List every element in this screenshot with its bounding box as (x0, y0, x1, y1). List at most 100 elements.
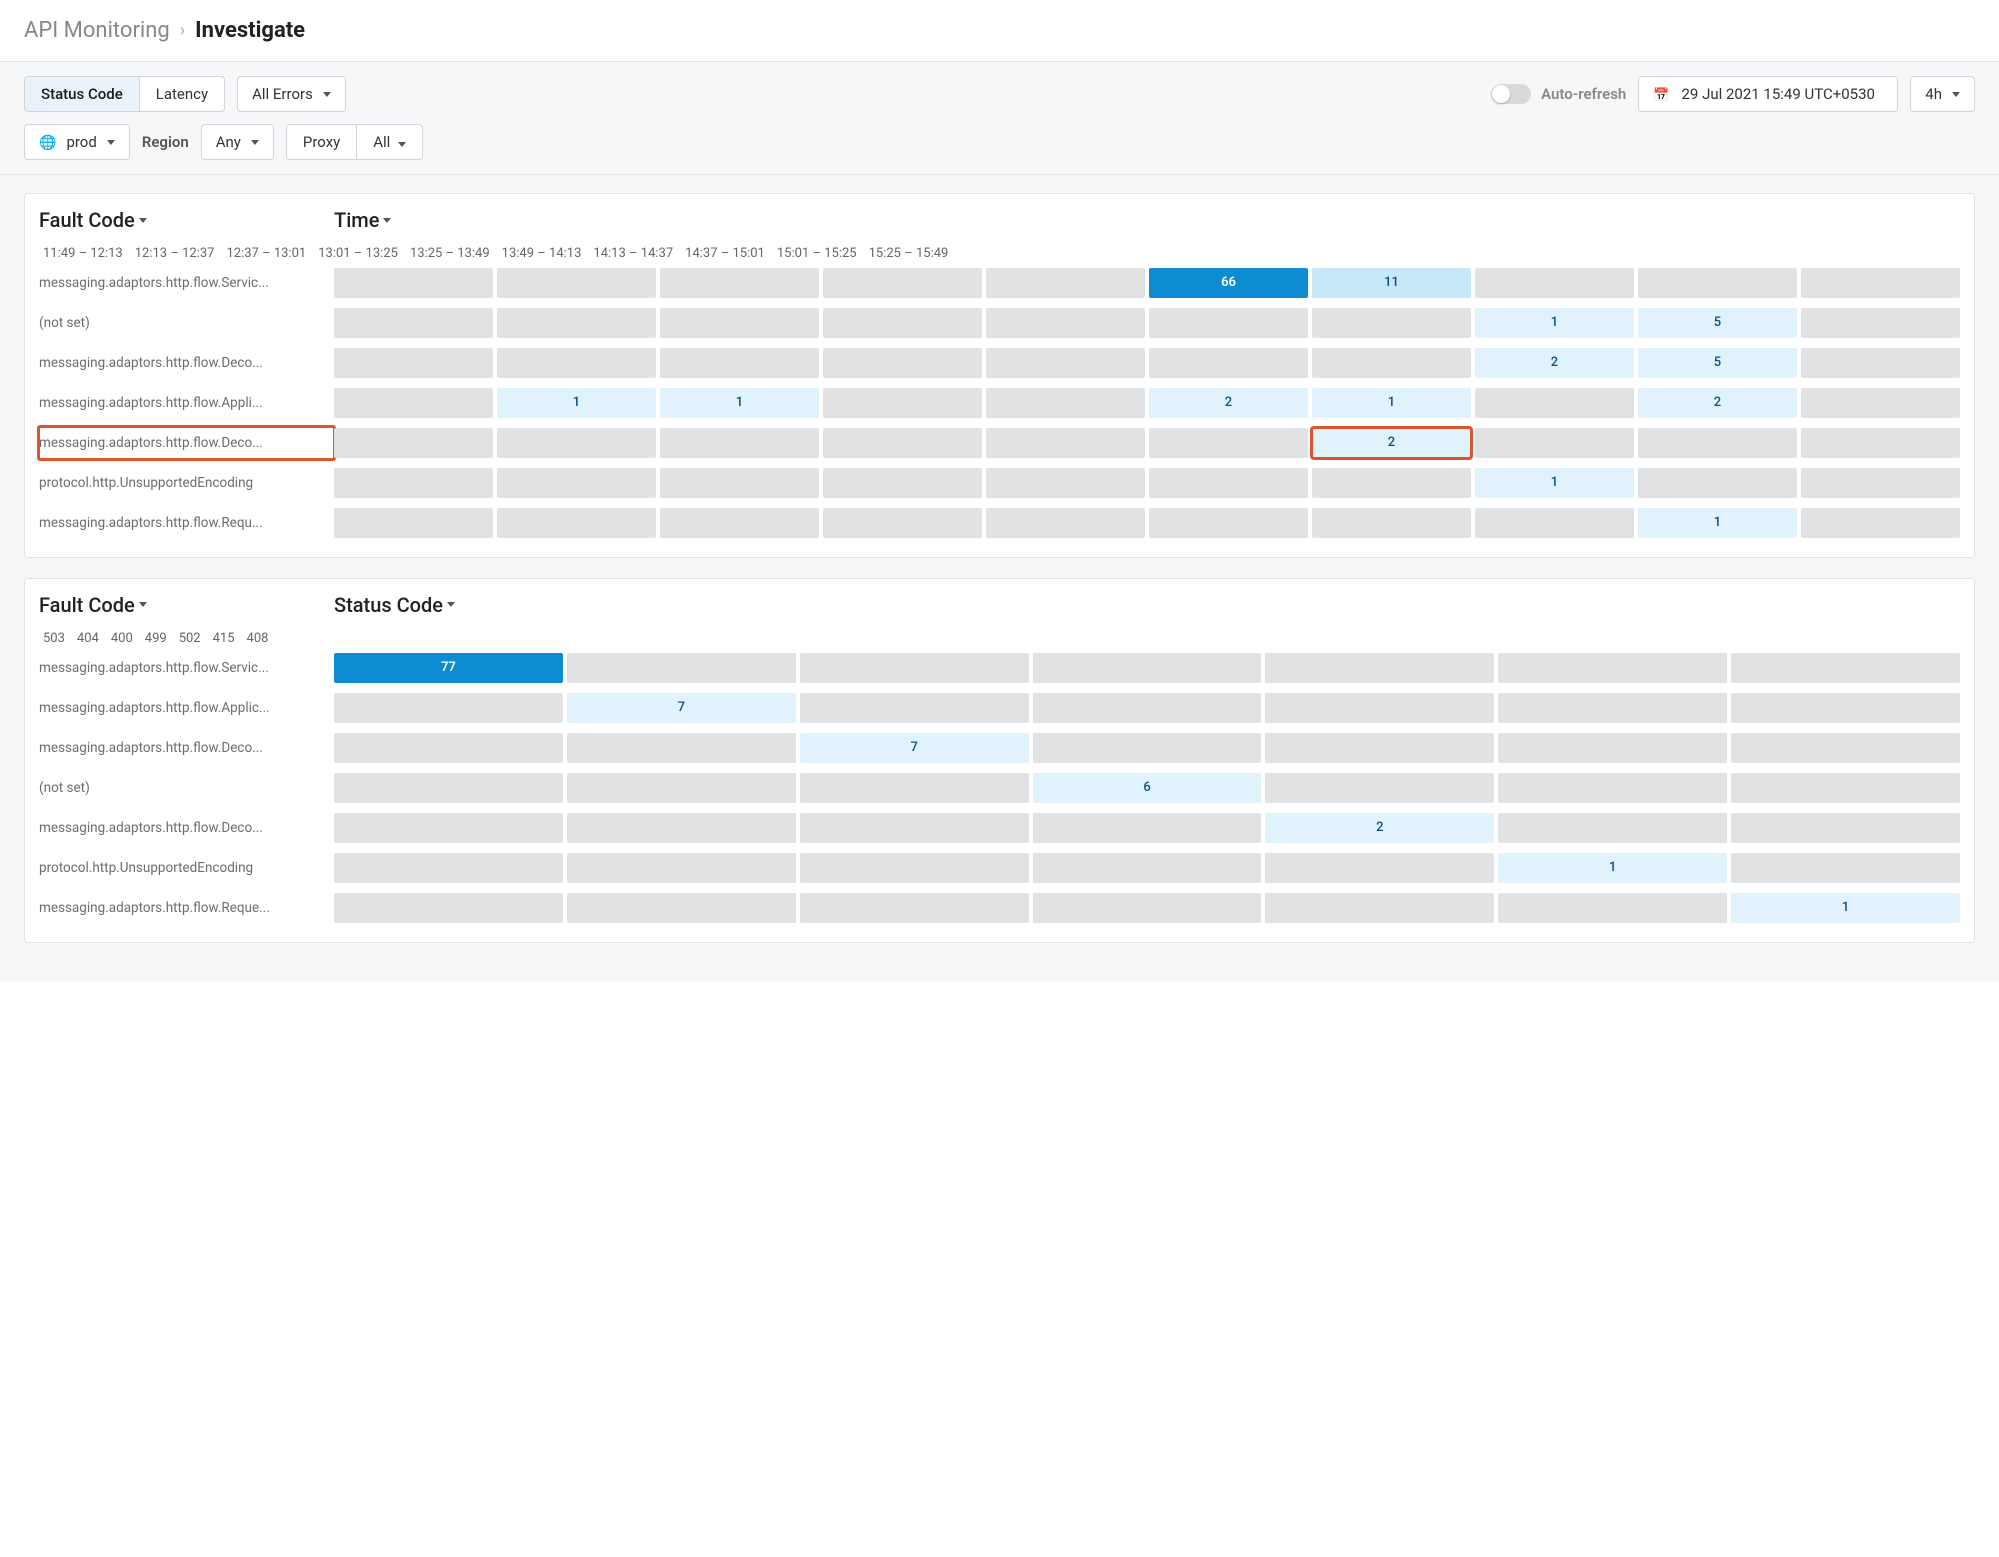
fault-code-label[interactable]: (not set) (39, 772, 334, 804)
heatmap-cell[interactable]: 2 (1638, 388, 1797, 418)
column-header: 404 (73, 625, 103, 652)
heatmap-cell[interactable]: 66 (1149, 268, 1308, 298)
heatmap-cell[interactable]: 1 (1312, 388, 1471, 418)
panel1-y-title[interactable]: Fault Code (39, 208, 147, 232)
heatmap-cell[interactable]: 1 (1475, 308, 1634, 338)
fault-code-label[interactable]: messaging.adaptors.http.flow.Deco... (39, 732, 334, 764)
heatmap-cell[interactable]: 1 (660, 388, 819, 418)
metric-tabs: Status Code Latency (24, 76, 225, 112)
auto-refresh-toggle[interactable]: Auto-refresh (1491, 84, 1626, 104)
env-dropdown[interactable]: prod (24, 124, 130, 160)
heatmap-cell[interactable]: 1 (1638, 508, 1797, 538)
heatmap-cell[interactable]: 5 (1638, 308, 1797, 338)
heatmap-cell (1638, 428, 1797, 458)
tab-status-code[interactable]: Status Code (25, 77, 140, 111)
panel2-y-title[interactable]: Fault Code (39, 593, 147, 617)
heatmap-cell[interactable]: 2 (1265, 813, 1494, 843)
heatmap-cell (1265, 733, 1494, 763)
heatmap-cell[interactable]: 77 (334, 653, 563, 683)
heatmap-cell (1149, 428, 1308, 458)
datetime-picker[interactable]: 29 Jul 2021 15:49 UTC+0530 (1638, 76, 1898, 112)
fault-code-label[interactable]: messaging.adaptors.http.flow.Deco... (39, 812, 334, 844)
heatmap-cell (1033, 813, 1262, 843)
range-dropdown[interactable]: 4h (1910, 76, 1975, 112)
heatmap-cell[interactable]: 2 (1475, 348, 1634, 378)
heatmap-cell[interactable]: 1 (1731, 893, 1960, 923)
heatmap-cell (1638, 268, 1797, 298)
region-value: Any (216, 133, 241, 151)
heatmap-cell (1265, 653, 1494, 683)
heatmap-cell (986, 428, 1145, 458)
tab-latency[interactable]: Latency (140, 77, 224, 111)
heatmap-cell (334, 428, 493, 458)
heatmap-cell (800, 653, 1029, 683)
heatmap-cell (823, 348, 982, 378)
fault-code-label[interactable]: messaging.adaptors.http.flow.Applic... (39, 692, 334, 724)
fault-code-label[interactable]: messaging.adaptors.http.flow.Appli... (39, 387, 334, 419)
heatmap-cell (823, 468, 982, 498)
column-header: 400 (107, 625, 137, 652)
heatmap-cell[interactable]: 7 (567, 693, 796, 723)
heatmap-cell (1498, 813, 1727, 843)
table-row: messaging.adaptors.http.flow.Requ... 1 (39, 507, 1960, 539)
column-header: 12:13 – 12:37 (131, 240, 219, 267)
fault-code-label[interactable]: messaging.adaptors.http.flow.Deco... (39, 347, 334, 379)
fault-code-label[interactable]: messaging.adaptors.http.flow.Requ... (39, 507, 334, 539)
heatmap-cell (800, 813, 1029, 843)
heatmap-cell (567, 893, 796, 923)
column-header: 11:49 – 12:13 (39, 240, 127, 267)
heatmap-cell (1801, 468, 1960, 498)
heatmap-cell[interactable]: 1 (1475, 468, 1634, 498)
breadcrumb-section[interactable]: API Monitoring (24, 18, 170, 43)
error-filter-dropdown[interactable]: All Errors (237, 76, 346, 112)
heatmap-cell (567, 773, 796, 803)
heatmap-cell (334, 268, 493, 298)
column-header: 13:25 – 13:49 (406, 240, 494, 267)
heatmap-cell[interactable]: 1 (497, 388, 656, 418)
fault-code-label[interactable]: protocol.http.UnsupportedEncoding (39, 467, 334, 499)
region-dropdown[interactable]: Any (201, 124, 274, 160)
table-row: (not set) 15 (39, 307, 1960, 339)
heatmap-cell[interactable]: 2 (1312, 428, 1471, 458)
heatmap-cell[interactable]: 7 (800, 733, 1029, 763)
column-header: 503 (39, 625, 69, 652)
fault-code-label[interactable]: protocol.http.UnsupportedEncoding (39, 852, 334, 884)
fault-code-label[interactable]: messaging.adaptors.http.flow.Servic... (39, 652, 334, 684)
panel1-x-title[interactable]: Time (334, 208, 391, 232)
heatmap-cell[interactable]: 6 (1033, 773, 1262, 803)
table-row: messaging.adaptors.http.flow.Servic... 66… (39, 267, 1960, 299)
table-row: messaging.adaptors.http.flow.Deco... 2 (39, 427, 1960, 459)
heatmap-cell (1033, 733, 1262, 763)
heatmap-cell (1498, 893, 1727, 923)
heatmap-cell[interactable]: 1 (1498, 853, 1727, 883)
heatmap-cell (1312, 508, 1471, 538)
heatmap-cell (800, 773, 1029, 803)
heatmap-cell (1149, 468, 1308, 498)
heatmap-cell (986, 268, 1145, 298)
heatmap-cell (334, 853, 563, 883)
fault-code-label[interactable]: messaging.adaptors.http.flow.Servic... (39, 267, 334, 299)
fault-code-label[interactable]: messaging.adaptors.http.flow.Reque... (39, 892, 334, 924)
heatmap-cell (334, 308, 493, 338)
globe-icon (39, 133, 60, 151)
table-row: messaging.adaptors.http.flow.Deco... 2 (39, 812, 1960, 844)
heatmap-cell (1498, 733, 1727, 763)
column-header: 13:49 – 14:13 (498, 240, 586, 267)
heatmap-cell[interactable]: 2 (1149, 388, 1308, 418)
column-header: 408 (243, 625, 273, 652)
panel2-x-title[interactable]: Status Code (334, 593, 455, 617)
fault-code-label[interactable]: (not set) (39, 307, 334, 339)
heatmap-cell[interactable]: 11 (1312, 268, 1471, 298)
heatmap-cell[interactable]: 5 (1638, 348, 1797, 378)
fault-code-label[interactable]: messaging.adaptors.http.flow.Deco... (39, 427, 334, 459)
heatmap-cell (1312, 468, 1471, 498)
heatmap-cell (800, 693, 1029, 723)
heatmap-cell (1731, 853, 1960, 883)
env-value: prod (66, 133, 96, 151)
proxy-group: Proxy All (286, 124, 423, 160)
column-header: 12:37 – 13:01 (222, 240, 310, 267)
heatmap-cell (1033, 693, 1262, 723)
table-row: messaging.adaptors.http.flow.Servic...77 (39, 652, 1960, 684)
proxy-dropdown[interactable]: All (357, 125, 422, 159)
error-filter-label: All Errors (252, 85, 313, 103)
